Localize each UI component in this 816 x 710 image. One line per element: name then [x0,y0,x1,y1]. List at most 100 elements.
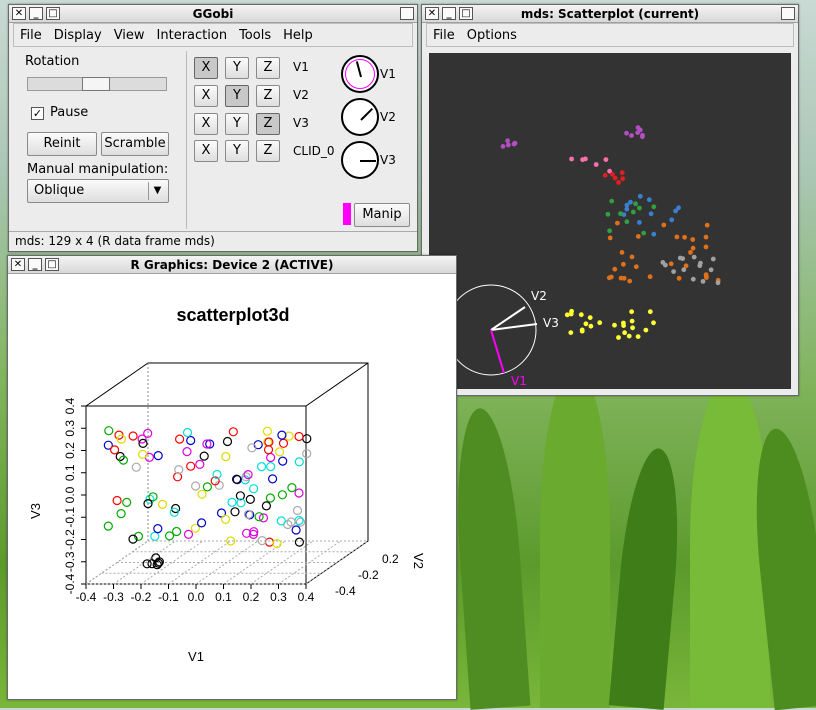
maximize-icon[interactable]: □ [45,258,59,271]
menu-options[interactable]: Options [467,28,517,43]
pause-checkbox[interactable]: ✓ [31,107,44,120]
scatter-point[interactable] [587,315,593,320]
scatter-point[interactable] [629,133,634,138]
minimize-icon[interactable]: _ [29,7,43,20]
scatter-point[interactable] [616,180,621,185]
scatter-point[interactable] [651,320,656,326]
v3-x-toggle[interactable]: X [194,113,218,135]
scatter-point[interactable] [630,209,636,215]
v2-z-toggle[interactable]: Z [256,85,280,107]
scatter-point[interactable] [648,211,654,217]
menu-file[interactable]: File [20,28,42,43]
scatter-point[interactable] [612,322,617,328]
minimize-icon[interactable]: _ [28,258,42,271]
scatter-point[interactable] [569,156,574,162]
scatter-point[interactable] [660,260,666,265]
scatter-point[interactable] [710,256,716,262]
close-icon[interactable]: ✕ [12,7,26,20]
scatter-point[interactable] [676,275,682,281]
scatter-point[interactable] [602,172,608,178]
scatter-point[interactable] [635,234,641,239]
v3-y-toggle[interactable]: Y [225,113,249,135]
scatter-point[interactable] [618,275,624,281]
scatter-point[interactable] [583,321,589,327]
scatter-point[interactable] [647,274,653,280]
scatter-point[interactable] [619,250,625,255]
scatter-point[interactable] [633,201,638,207]
scatter-point[interactable] [640,132,645,138]
scatter-point[interactable] [618,211,623,217]
r-graphics-titlebar[interactable]: ✕ _ □ R Graphics: Device 2 (ACTIVE) [8,256,456,274]
slider-handle[interactable] [82,77,110,91]
scatter-point[interactable] [621,320,626,326]
scatter-point[interactable] [583,156,588,162]
scatter-point[interactable] [629,309,634,315]
scatter-point[interactable] [703,234,709,240]
v2-axis-dial[interactable] [341,98,379,136]
scatter-point[interactable] [637,220,642,225]
scatterplot-canvas[interactable]: V2 V3 V1 [429,53,791,389]
scatter-point[interactable] [633,264,639,270]
scatter-point[interactable] [603,157,609,162]
minimize-icon[interactable]: _ [442,7,456,20]
resize-icon[interactable] [400,7,414,20]
scatter-point[interactable] [605,211,611,217]
v2-x-toggle[interactable]: X [194,85,218,107]
scatter-point[interactable] [690,237,696,242]
scatter-point[interactable] [610,171,615,177]
scatter-point[interactable] [629,318,635,324]
scatter-point[interactable] [690,276,696,282]
manual-manipulation-select[interactable]: Oblique ▼ [27,179,169,203]
scatter-point[interactable] [593,162,599,167]
scatter-point[interactable] [704,222,710,228]
v3-z-toggle[interactable]: Z [256,113,280,135]
scatter-point[interactable] [615,220,620,226]
scatter-point[interactable] [647,309,653,315]
scatter-point[interactable] [700,279,706,284]
menu-file[interactable]: File [433,28,455,43]
scatter-point[interactable] [637,205,642,211]
scatter-point[interactable] [511,141,517,147]
scatter-point[interactable] [643,327,649,333]
menu-interaction[interactable]: Interaction [157,28,228,43]
scatter-point[interactable] [703,272,709,278]
menu-help[interactable]: Help [283,28,313,43]
v3-axis-dial[interactable] [341,141,379,179]
scatter-point[interactable] [628,199,633,205]
menu-tools[interactable]: Tools [239,28,271,43]
scatter-point[interactable] [681,267,687,273]
scatter-point[interactable] [607,235,613,241]
scatter-point[interactable] [671,269,676,274]
scatter-point[interactable] [620,176,626,182]
scatter-point[interactable] [505,138,510,144]
scatter-point[interactable] [669,217,675,223]
scatter-point[interactable] [651,231,657,237]
scatter-point[interactable] [627,278,633,284]
scatter-point[interactable] [626,333,632,339]
scatter-point[interactable] [624,219,630,225]
scatter-point[interactable] [624,206,630,212]
scatter-point[interactable] [616,335,621,340]
menu-display[interactable]: Display [54,28,102,43]
scatter-point[interactable] [691,254,697,260]
scatter-point[interactable] [608,274,614,280]
scatter-point[interactable] [676,205,681,211]
scatter-point[interactable] [609,198,615,204]
scatter-point[interactable] [635,125,641,130]
scatter-point[interactable] [568,330,574,335]
scatter-point[interactable] [597,320,603,326]
scatter-point[interactable] [578,312,584,318]
scatter-point[interactable] [637,193,643,199]
scatterplot-titlebar[interactable]: ✕ _ □ mds: Scatterplot (current) [422,5,798,23]
reinit-button[interactable]: Reinit [27,132,97,156]
scatter-point[interactable] [629,254,635,260]
maximize-icon[interactable]: □ [46,7,60,20]
scatter-point[interactable] [630,325,635,331]
scatter-point[interactable] [682,234,687,240]
scatter-point[interactable] [677,255,683,261]
scatter-point[interactable] [500,144,506,149]
scatter-point[interactable] [635,130,641,135]
maximize-icon[interactable]: □ [459,7,473,20]
close-icon[interactable]: ✕ [425,7,439,20]
scatter-point[interactable] [703,244,709,250]
